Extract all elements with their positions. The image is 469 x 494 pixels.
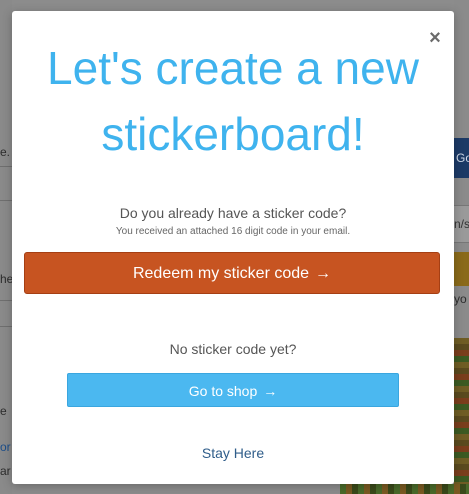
redeem-button-label: Redeem my sticker code	[132, 265, 310, 282]
shop-button-label: Go to shop	[188, 383, 258, 399]
background-divider	[0, 300, 12, 301]
stay-here-link[interactable]: Stay Here	[12, 445, 454, 461]
background-pixel-art-bottom	[340, 484, 469, 494]
background-left-panel	[0, 0, 12, 494]
background-text: e	[0, 404, 7, 418]
redeem-sticker-code-button[interactable]: Redeem my sticker code →	[24, 252, 440, 294]
background-go-button: Go	[454, 138, 469, 178]
background-text: ar	[0, 464, 11, 478]
arrow-right-icon: →	[315, 265, 332, 282]
sticker-code-hint: You received an attached 16 digit code i…	[115, 226, 351, 237]
background-divider	[0, 326, 12, 327]
modal-title: Let's create a new stickerboard!	[47, 42, 419, 160]
background-text: e.	[0, 145, 11, 159]
background-text: yo	[454, 292, 467, 306]
no-code-text: No sticker code yet?	[169, 341, 297, 357]
arrow-right-icon: →	[263, 383, 278, 399]
background-highlight	[454, 252, 469, 286]
create-stickerboard-modal: × Let's create a new stickerboard! Do yo…	[12, 11, 454, 484]
sticker-code-question: Do you already have a sticker code?	[119, 205, 347, 221]
background-divider	[0, 200, 12, 201]
background-divider	[0, 166, 12, 167]
go-to-shop-button[interactable]: Go to shop →	[67, 373, 399, 407]
background-input: n/s	[454, 205, 469, 243]
background-pixel-art	[454, 338, 469, 494]
background-link: or	[0, 440, 11, 454]
